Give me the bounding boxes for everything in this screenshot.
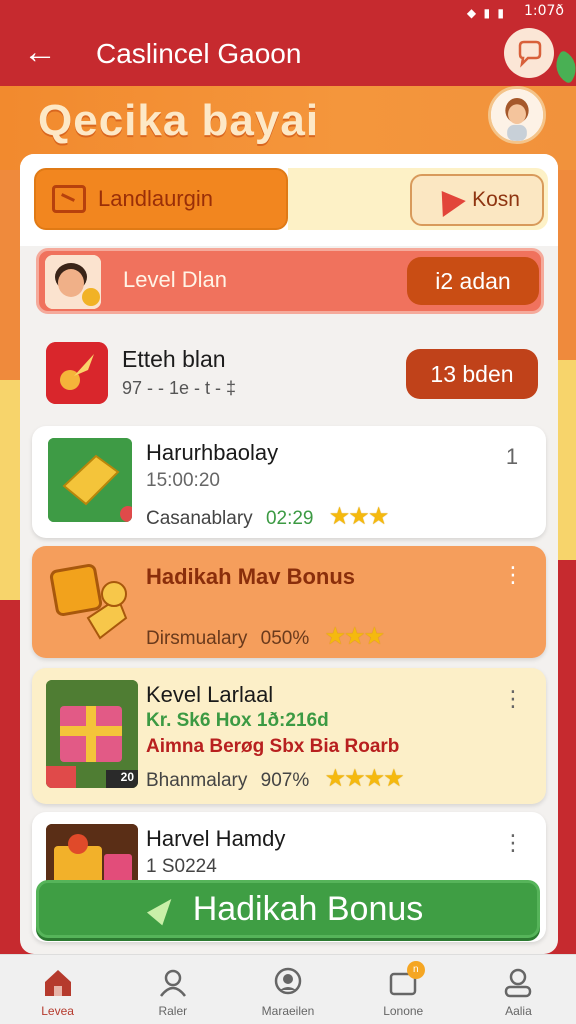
profile-icon <box>159 969 186 997</box>
flag-icon <box>430 182 466 218</box>
signal-icons: ◆ ▮ ▮ <box>466 6 506 20</box>
player-face-icon <box>45 255 101 309</box>
stat-label: Casanablary <box>146 508 253 529</box>
app-title: Caslincel Gaoon <box>96 38 302 69</box>
card-promo: Aimna Berøg Sbx Bia Roarb <box>146 736 400 757</box>
card-menu-button[interactable]: ⋮ <box>502 832 524 854</box>
content-panel: Landlaurgin Kosn Level Dlan i2 adan Ette… <box>20 154 558 954</box>
tab-bar: Landlaurgin Kosn <box>20 154 558 246</box>
nav-item-messages[interactable]: Maraeilen <box>230 955 345 1024</box>
stat-value: 907% <box>260 770 310 791</box>
gold-bar-icon <box>48 438 132 522</box>
card-thumbnail <box>48 558 132 642</box>
card-subtitle: Kr. Sk6 Hox 1ð:216d <box>146 710 329 731</box>
player-avatar <box>45 255 101 309</box>
item-title: Etteh blan <box>122 346 226 372</box>
level-label: Level Dlan <box>123 267 227 292</box>
tab-label: Kosn <box>472 188 520 211</box>
nav-label: Maraeilen <box>261 1004 315 1018</box>
list-item[interactable]: Etteh blan 97 ‑ ‑ 1e ‑ t ‑ ‡ 13 bden <box>34 332 544 414</box>
chat-button[interactable] <box>504 28 554 78</box>
tab-landlaurgin[interactable]: Landlaurgin <box>34 168 288 230</box>
stat-label: Bhanmalary <box>146 770 248 791</box>
card-stat: Dirsmualary 050% ★★★ <box>146 622 386 651</box>
item-pill-button[interactable]: 13 bden <box>406 349 538 399</box>
game-card[interactable]: Harurhbaolay 15:00:20 Casanablary 02:29 … <box>32 426 546 538</box>
treasure-icon <box>49 563 128 640</box>
game-icon <box>46 342 108 404</box>
card-time: 15:00:20 <box>146 470 220 491</box>
item-subtitle: 97 ‑ ‑ 1e ‑ t ‑ ‡ <box>122 378 237 398</box>
folder-icon <box>52 185 86 213</box>
card-menu-button[interactable]: ⋮ <box>502 564 524 586</box>
nav-label: Lonone <box>383 1004 424 1018</box>
card-title: Kevel Larlaal <box>146 682 274 707</box>
status-bar: ◆ ▮ ▮ 1:07ð <box>0 0 576 24</box>
bonus-card[interactable]: Hadikah Mav Bonus Dirsmualary 050% ★★★ ⋮ <box>32 546 546 658</box>
top-app-bar: ← Caslincel Gaoon <box>0 24 576 86</box>
card-stat: Bhanmalary 907% ★★★★ <box>146 764 405 793</box>
nav-item-inbox[interactable]: n Lonone <box>346 955 461 1024</box>
stat-label: Dirsmualary <box>146 628 248 649</box>
level-row[interactable]: Level Dlan i2 adan <box>36 248 544 314</box>
home-icon <box>44 970 71 996</box>
nav-label: Raler <box>158 1004 188 1018</box>
tab-kosn[interactable]: Kosn <box>410 174 544 226</box>
thumb-badge: 20 <box>120 770 134 784</box>
cta-label: Hadikah Bonus <box>192 889 424 928</box>
star-rating: ★★★ <box>324 623 386 650</box>
stat-value: 02:29 <box>265 508 314 529</box>
bottom-navigation: Levea Raler Maraeilen n Lonone Aalia <box>0 954 576 1024</box>
send-arrow-icon <box>146 892 179 926</box>
level-pill-button[interactable]: i2 adan <box>407 257 539 305</box>
card-stat: Casanablary 02:29 ★★★ <box>146 502 390 531</box>
card-menu-button[interactable]: ⋮ <box>502 688 524 710</box>
user-avatar-icon <box>491 89 543 141</box>
nav-item-home[interactable]: Levea <box>0 955 115 1024</box>
chat-icon <box>274 967 302 995</box>
star-rating: ★★★ <box>328 503 390 530</box>
game-card[interactable]: 20 Kevel Larlaal Kr. Sk6 Hox 1ð:216d Aim… <box>32 668 546 804</box>
side-stripe-left <box>0 380 20 600</box>
tab-label: Landlaurgin <box>98 186 213 211</box>
nav-item-account[interactable]: Aalia <box>461 955 576 1024</box>
chat-bubble-icon <box>518 40 542 68</box>
card-title: Harvel Hamdy <box>146 826 286 851</box>
nav-label: Aalia <box>505 1004 532 1018</box>
back-button[interactable]: ← <box>18 32 62 76</box>
account-icon <box>505 968 532 998</box>
card-thumbnail: 20 <box>46 680 138 788</box>
card-title: Harurhbaolay <box>146 440 279 465</box>
user-avatar[interactable] <box>488 86 546 144</box>
status-time: 1:07ð <box>523 3 564 19</box>
notification-badge: n <box>406 961 425 979</box>
card-time: 1 S0224 <box>146 856 217 877</box>
arrow-left-icon: ← <box>23 33 57 71</box>
card-thumbnail <box>48 438 132 522</box>
side-decoration-left <box>0 170 20 380</box>
nav-item-profile[interactable]: Raler <box>115 955 230 1024</box>
card-menu-button[interactable]: 1 <box>502 446 522 468</box>
hero-title: Qecika bayai <box>38 96 320 145</box>
hadikah-bonus-button[interactable]: Hadikah Bonus <box>36 880 540 938</box>
star-rating: ★★★★ <box>324 765 405 792</box>
card-title: Hadikah Mav Bonus <box>146 564 356 589</box>
nav-label: Levea <box>41 1004 74 1018</box>
fire-arrow-icon <box>46 342 108 404</box>
stat-value: 050% <box>260 628 310 649</box>
